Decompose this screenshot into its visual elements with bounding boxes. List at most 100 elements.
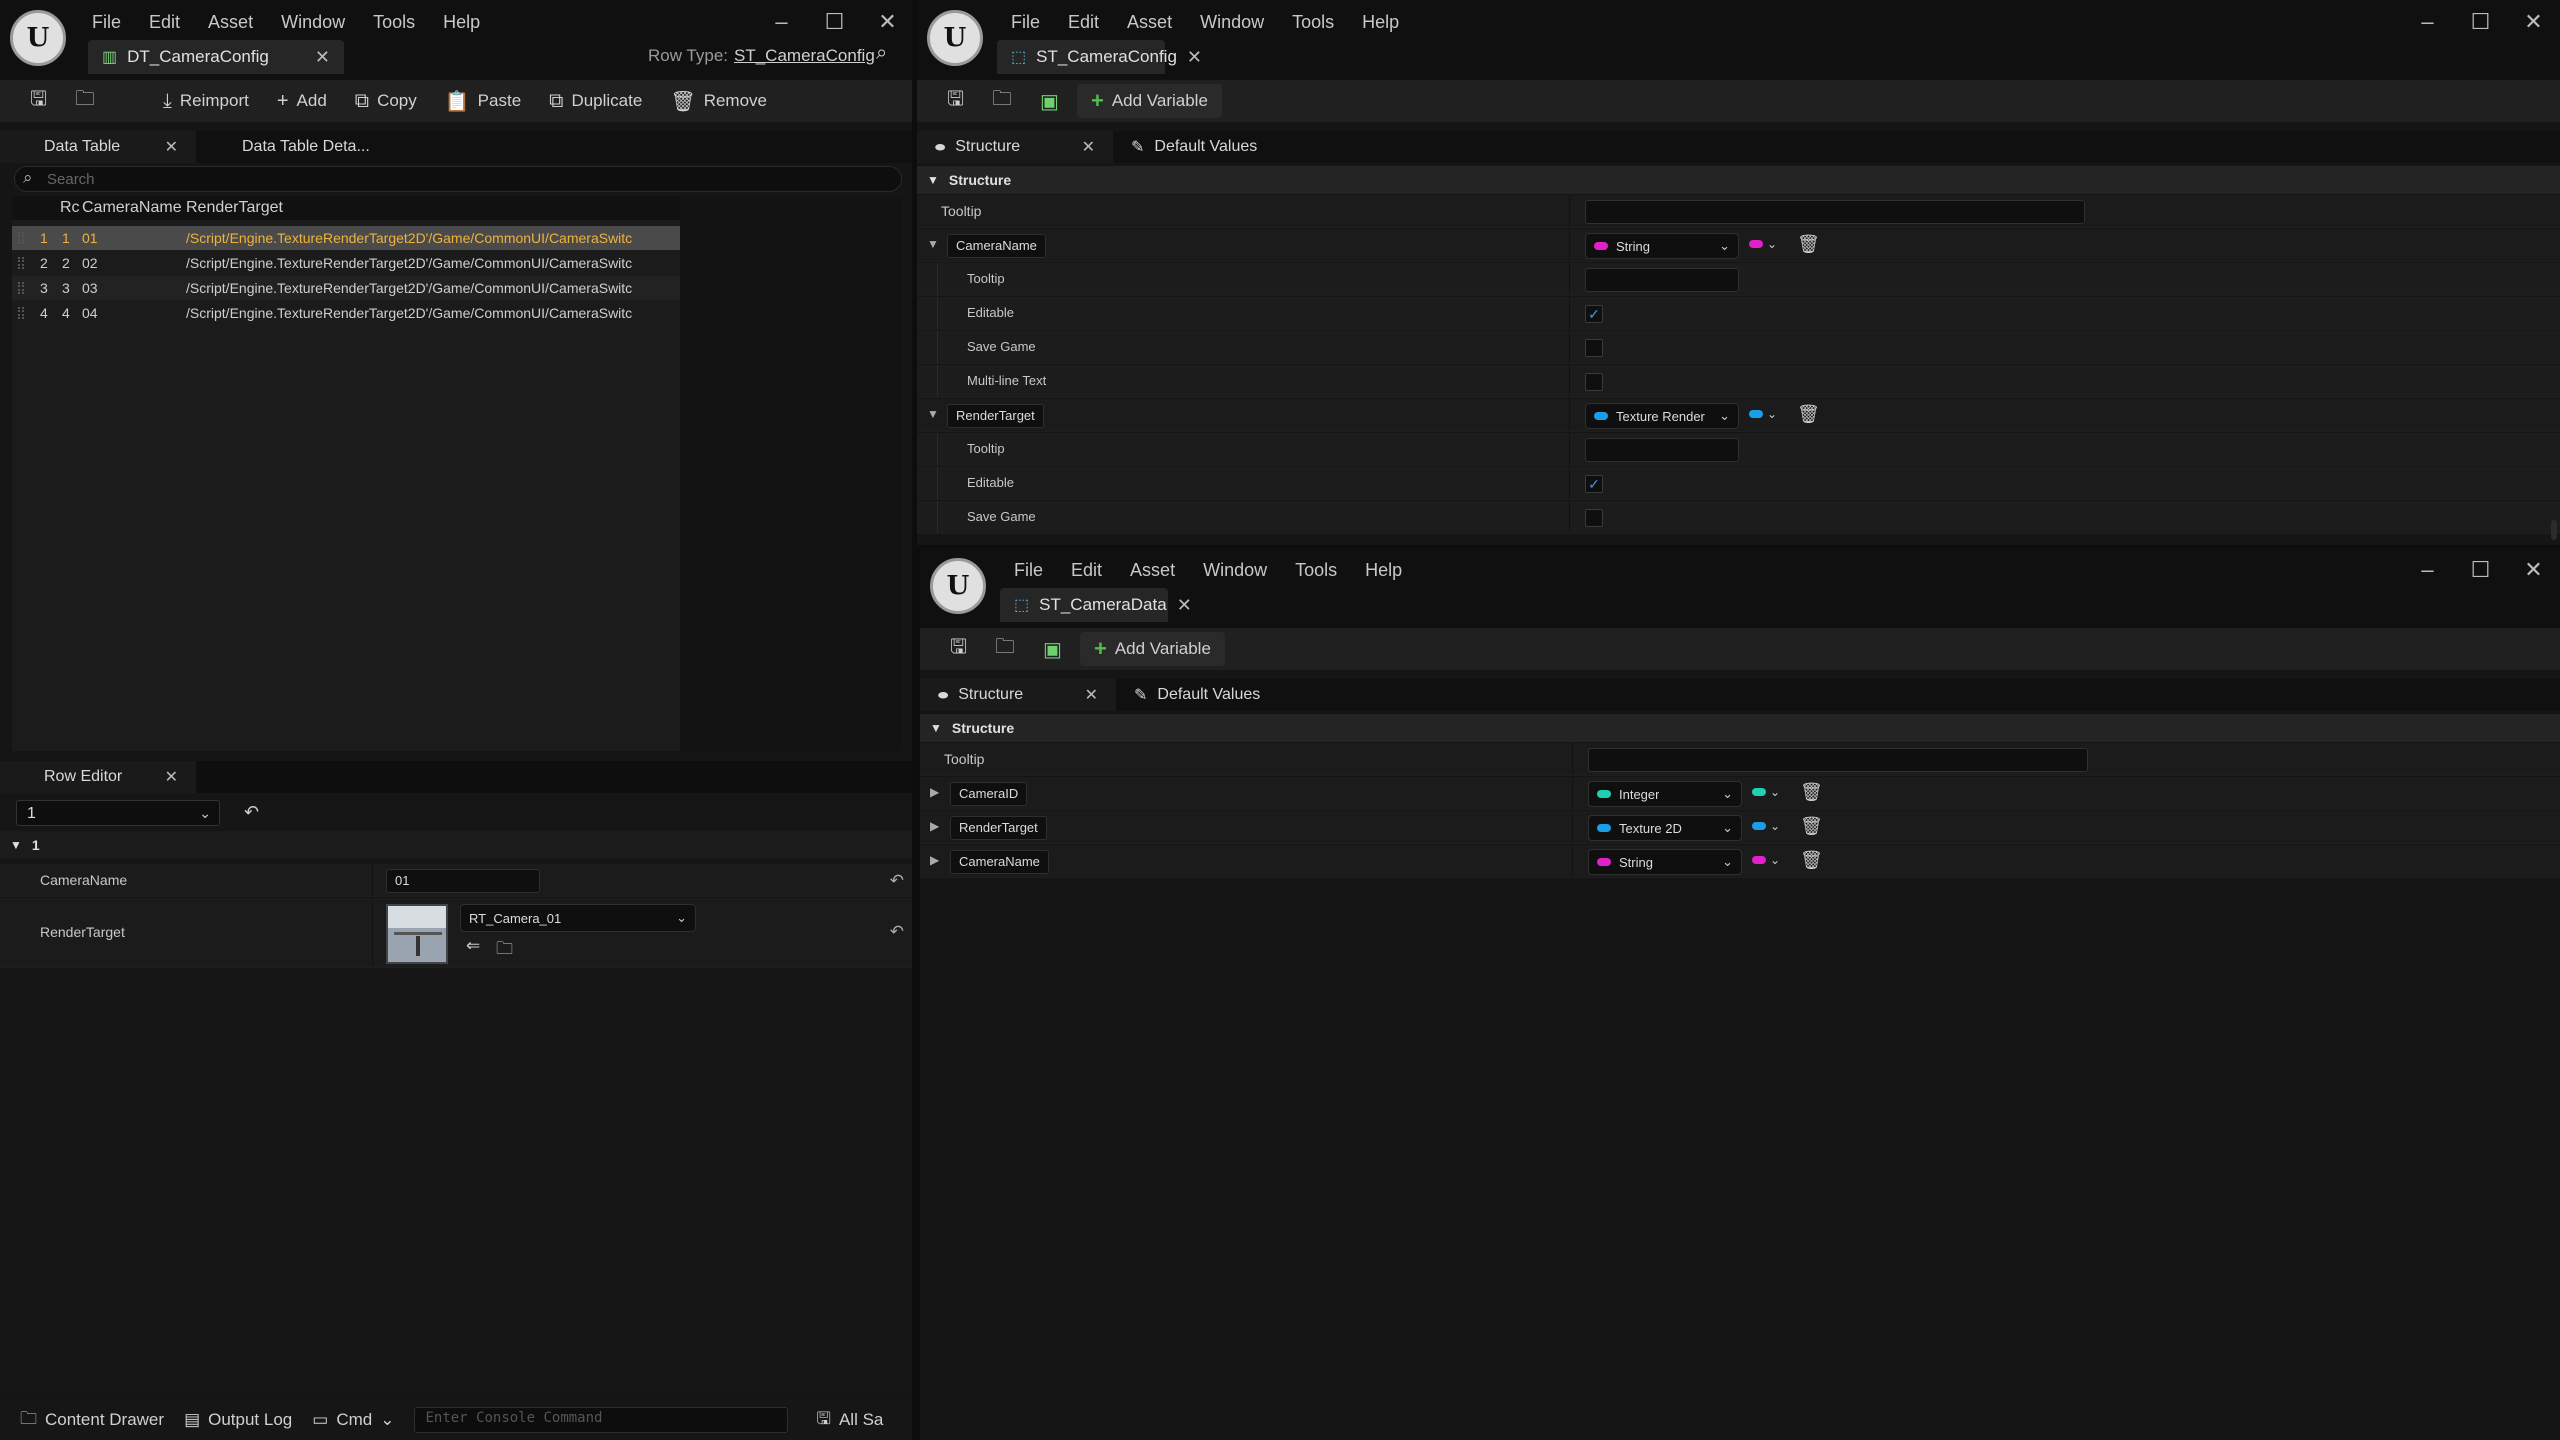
tab-data-table-details[interactable]: Data Table Deta... — [196, 131, 388, 163]
column-splitter[interactable] — [1569, 501, 1570, 533]
column-splitter[interactable] — [372, 864, 373, 896]
checkbox[interactable] — [1585, 339, 1603, 357]
delete-variable-icon[interactable]: 🗑 — [1800, 782, 1823, 803]
save-button[interactable]: 🖫 — [20, 84, 57, 118]
output-log-button[interactable]: ▤ Output Log — [184, 1410, 292, 1430]
checkbox[interactable] — [1585, 373, 1603, 391]
menu-edit[interactable]: Edit — [135, 10, 194, 34]
cameraname-input[interactable]: 01 — [386, 869, 540, 893]
col-header-cameraname[interactable]: CameraName — [82, 199, 192, 217]
save-all-button[interactable]: 🖫 All Sa — [816, 1406, 883, 1435]
rendertarget-asset-picker[interactable]: RT_Camera_01 ⌄ — [460, 904, 696, 932]
structure-section-header[interactable]: ▼ Structure — [920, 714, 2560, 742]
delete-variable-icon[interactable]: 🗑 — [1800, 850, 1823, 871]
struct-settings-button[interactable]: ▣ — [1030, 84, 1069, 118]
close-tab-icon[interactable]: ✕ — [1085, 685, 1098, 705]
variable-name-input[interactable]: RenderTarget — [950, 816, 1047, 840]
search-icon[interactable]: ⌕ — [876, 42, 887, 65]
tab-row-editor[interactable]: Row Editor ✕ — [0, 761, 196, 793]
browse-button[interactable]: 🗀 — [65, 84, 105, 118]
close-window-icon[interactable]: ✕ — [861, 8, 912, 36]
tab-default-values[interactable]: ✎ Default Values — [1116, 679, 1278, 711]
close-tab-icon[interactable]: ✕ — [1177, 595, 1192, 616]
collapse-arrow-icon[interactable]: ▼ — [927, 237, 939, 251]
tab-data-table[interactable]: Data Table ✕ — [0, 131, 196, 163]
column-splitter[interactable] — [1569, 433, 1570, 465]
use-selected-icon[interactable]: ⇐ — [466, 936, 480, 956]
column-splitter[interactable] — [1569, 399, 1570, 431]
menu-help[interactable]: Help — [429, 10, 494, 34]
menu-tools[interactable]: Tools — [1281, 558, 1351, 582]
menu-file[interactable]: File — [997, 10, 1054, 34]
col-header-row[interactable]: Rc — [60, 199, 80, 217]
duplicate-button[interactable]: ⧉ Duplicate — [539, 84, 652, 118]
variable-type-dropdown[interactable]: String ⌄ — [1588, 849, 1742, 875]
row-section-header[interactable]: ▼ 1 — [0, 831, 912, 859]
copy-button[interactable]: ⧉ Copy — [345, 84, 427, 118]
column-splitter[interactable] — [1569, 331, 1570, 363]
drag-handle-icon[interactable] — [18, 232, 24, 244]
browse-asset-icon[interactable]: 🗀 — [496, 936, 513, 965]
menu-file[interactable]: File — [1000, 558, 1057, 582]
menu-file[interactable]: File — [78, 10, 135, 34]
drag-handle-icon[interactable] — [18, 282, 24, 294]
container-type-dropdown[interactable]: ⌄ — [1749, 407, 1777, 421]
menu-asset[interactable]: Asset — [1113, 10, 1186, 34]
paste-button[interactable]: 📋 Paste — [435, 84, 531, 118]
unreal-logo-icon[interactable]: U — [10, 10, 66, 66]
variable-type-dropdown[interactable]: Texture 2D ⌄ — [1588, 815, 1742, 841]
collapse-arrow-icon[interactable]: ▼ — [927, 407, 939, 421]
delete-variable-icon[interactable]: 🗑 — [1800, 816, 1823, 837]
expand-arrow-icon[interactable]: ▶ — [930, 819, 939, 833]
menu-window[interactable]: Window — [1186, 10, 1278, 34]
checked-checkbox[interactable]: ✓ — [1585, 475, 1603, 493]
reset-to-default-icon[interactable]: ↶ — [890, 922, 904, 942]
close-window-icon[interactable]: ✕ — [2507, 556, 2560, 584]
table-row[interactable]: 4 4 04 /Script/Engine.TextureRenderTarge… — [12, 301, 680, 325]
column-splitter[interactable] — [1569, 297, 1570, 329]
menu-asset[interactable]: Asset — [1116, 558, 1189, 582]
texture-thumbnail[interactable] — [386, 904, 448, 964]
save-button[interactable]: 🖫 — [937, 84, 974, 118]
browse-button[interactable]: 🗀 — [982, 84, 1022, 118]
struct-tooltip-input[interactable] — [1585, 200, 2085, 224]
variable-name-input[interactable]: CameraName — [947, 234, 1046, 258]
checked-checkbox[interactable]: ✓ — [1585, 305, 1603, 323]
minimize-icon[interactable]: – — [2401, 8, 2454, 36]
close-tab-icon[interactable]: ✕ — [165, 137, 178, 157]
menu-help[interactable]: Help — [1351, 558, 1416, 582]
maximize-icon[interactable]: ☐ — [808, 8, 861, 36]
close-tab-icon[interactable]: ✕ — [315, 47, 330, 68]
close-tab-icon[interactable]: ✕ — [1187, 47, 1202, 68]
column-splitter[interactable] — [1569, 195, 1570, 227]
document-tab-st-cameradata[interactable]: ⬚ ST_CameraData ✕ — [1000, 588, 1192, 622]
content-drawer-button[interactable]: 🗀 Content Drawer — [20, 1406, 164, 1435]
menu-window[interactable]: Window — [1189, 558, 1281, 582]
close-tab-icon[interactable]: ✕ — [1082, 137, 1095, 157]
menu-help[interactable]: Help — [1348, 10, 1413, 34]
variable-type-dropdown[interactable]: String ⌄ — [1585, 233, 1739, 259]
add-variable-button[interactable]: + Add Variable — [1076, 84, 1222, 118]
unreal-logo-icon[interactable]: U — [930, 558, 986, 614]
col-header-rendertarget[interactable]: RenderTarget — [186, 199, 283, 217]
drag-handle-icon[interactable] — [18, 257, 24, 269]
menu-edit[interactable]: Edit — [1054, 10, 1113, 34]
container-type-dropdown[interactable]: ⌄ — [1752, 819, 1780, 833]
minimize-icon[interactable]: – — [755, 8, 808, 36]
delete-variable-icon[interactable]: 🗑 — [1797, 234, 1820, 255]
search-input[interactable]: ⌕ Search — [14, 166, 902, 192]
reset-arrow-icon[interactable]: ↶ — [244, 802, 259, 823]
menu-tools[interactable]: Tools — [359, 10, 429, 34]
structure-section-header[interactable]: ▼ Structure — [917, 166, 2560, 194]
maximize-icon[interactable]: ☐ — [2454, 8, 2507, 36]
console-input[interactable]: Enter Console Command — [414, 1407, 789, 1433]
menu-edit[interactable]: Edit — [1057, 558, 1116, 582]
document-tab-st-cameraconfig[interactable]: ⬚ ST_CameraConfig ✕ — [997, 40, 1202, 74]
expand-arrow-icon[interactable]: ▶ — [930, 785, 939, 799]
add-row-button[interactable]: + Add — [267, 84, 337, 118]
menu-tools[interactable]: Tools — [1278, 10, 1348, 34]
table-row[interactable]: 2 2 02 /Script/Engine.TextureRenderTarge… — [12, 251, 680, 275]
checkbox[interactable] — [1585, 509, 1603, 527]
column-splitter[interactable] — [1569, 467, 1570, 499]
close-tab-icon[interactable]: ✕ — [165, 767, 178, 787]
